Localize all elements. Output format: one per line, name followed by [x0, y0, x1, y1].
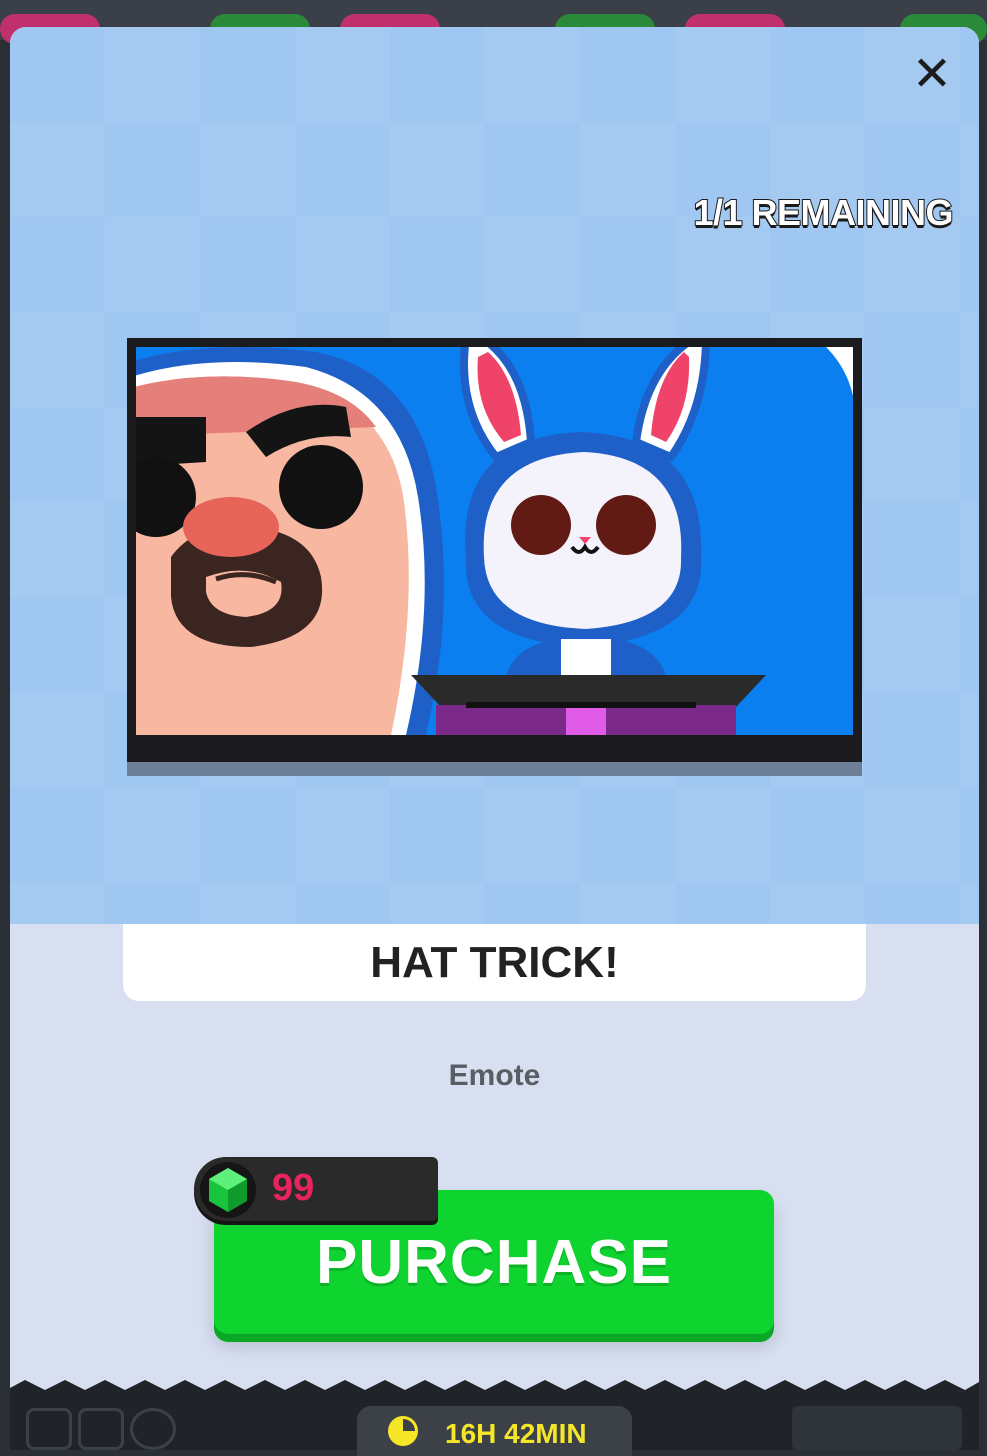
- close-button[interactable]: ✕: [909, 50, 955, 98]
- upgrade-icon[interactable]: [78, 1408, 124, 1450]
- remaining-count: 1/1 REMAINING: [692, 191, 954, 234]
- clock-icon: [388, 1416, 418, 1446]
- emote-image: [136, 347, 853, 735]
- price-tag: 99: [194, 1157, 438, 1221]
- emoji-icon[interactable]: [130, 1408, 176, 1450]
- preview-area: ✕ 1/1 REMAINING: [10, 27, 979, 924]
- timer-text: 16H 42MIN: [445, 1418, 587, 1449]
- gem-icon: [200, 1162, 256, 1218]
- item-type: Emote: [448, 1059, 541, 1092]
- purchase-label: PURCHASE: [316, 1227, 672, 1297]
- offer-modal: ✕ 1/1 REMAINING HAT TRICK! Emote PURCHAS…: [10, 27, 979, 1450]
- item-name: HAT TRICK!: [370, 937, 619, 987]
- barcode-icon: [792, 1406, 962, 1450]
- close-icon: ✕: [911, 46, 953, 102]
- price-value: 99: [272, 1167, 315, 1209]
- bottom-bar: 16H 42MIN: [10, 1374, 979, 1456]
- zigzag-edge: [10, 1374, 979, 1390]
- recycle-icon[interactable]: [26, 1408, 72, 1450]
- item-name-card: HAT TRICK!: [123, 924, 866, 1001]
- emote-preview: [127, 338, 862, 762]
- offer-timer: 16H 42MIN: [357, 1406, 632, 1456]
